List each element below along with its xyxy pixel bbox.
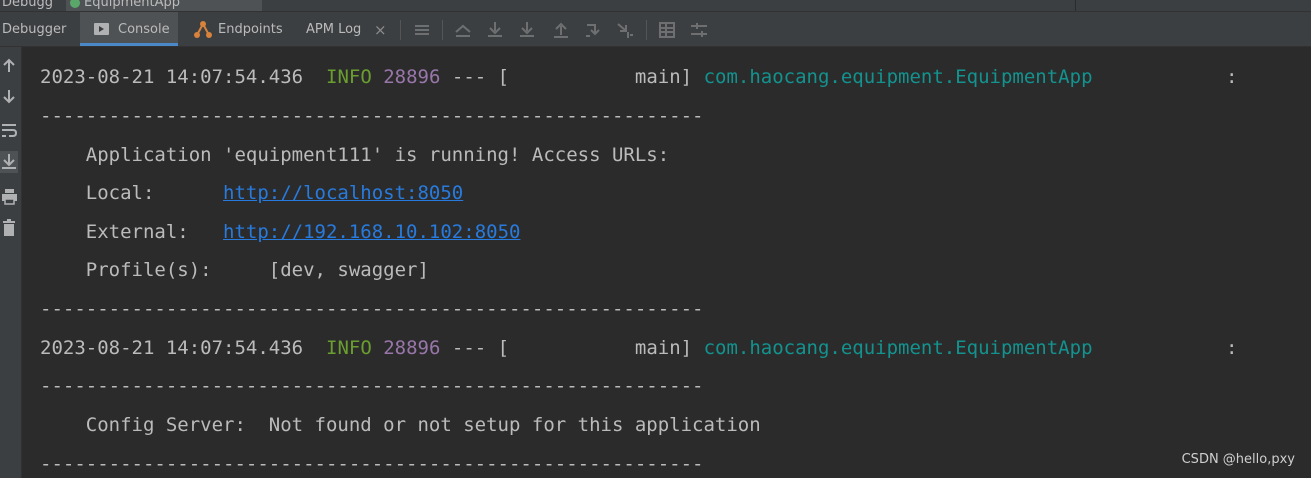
log-line: 2023-08-21 14:07:54.436 INFO 28896 --- [… [40, 65, 1237, 89]
log-level: INFO [326, 337, 372, 359]
external-url-link[interactable]: http://192.168.10.102:8050 [223, 221, 520, 243]
watermark-text: CSDN @hello,pxy [1181, 452, 1295, 467]
endpoints-icon [194, 21, 212, 38]
toolbar-divider [646, 20, 647, 40]
settings-icon[interactable] [689, 20, 709, 40]
dash-line: ----------------------------------------… [40, 105, 704, 127]
soft-wrap-icon[interactable] [0, 119, 18, 141]
debug-toolbar: Debugger Console Endpoints APM Log × [0, 12, 1311, 47]
dash-line: ----------------------------------------… [40, 375, 704, 397]
tab-divider [1075, 0, 1076, 11]
app-running-line: Application 'equipment111' is running! A… [40, 144, 670, 166]
log-timestamp: 2023-08-21 14:07:54.436 [40, 66, 304, 88]
log-separator: --- [451, 337, 487, 359]
log-thread: [ main] [497, 337, 693, 359]
step-into-icon[interactable] [517, 20, 537, 40]
log-level: INFO [326, 66, 372, 88]
external-label: External: [40, 221, 224, 243]
close-icon[interactable]: × [374, 12, 387, 46]
profile-label: Profile(s): [40, 259, 269, 281]
console-gutter [0, 47, 22, 478]
run-to-cursor-icon[interactable] [583, 20, 603, 40]
console-output[interactable]: ~~~~~~~~~~~~~~~~~~~~~~~~~~~~~~~~~~~~ 202… [22, 47, 1311, 478]
run-config-icon [70, 0, 80, 8]
dash-line: ----------------------------------------… [40, 298, 704, 320]
tab-console[interactable]: Console [80, 12, 178, 46]
run-tab-equipmentapp[interactable]: EquipmentApp [66, 0, 262, 11]
log-colon: : [1226, 337, 1238, 359]
table-icon[interactable] [657, 20, 677, 40]
print-icon[interactable] [0, 185, 18, 207]
console-icon [94, 23, 109, 35]
log-separator: --- [451, 66, 487, 88]
log-line: 2023-08-21 14:07:54.436 INFO 28896 --- [… [40, 336, 1237, 360]
log-thread: [ main] [497, 66, 693, 88]
log-pid: 28896 [383, 337, 441, 359]
run-tab-debug[interactable]: Debugg [2, 0, 53, 11]
arrow-down-icon[interactable] [0, 86, 18, 108]
toolbar-divider [442, 20, 443, 40]
up-stack-icon[interactable] [453, 20, 473, 40]
profile-line: Profile(s): [dev, swagger] [40, 258, 429, 282]
dash-line: ----------------------------------------… [40, 453, 704, 475]
tab-debugger[interactable]: Debugger [2, 12, 66, 46]
local-url-line: Local: http://localhost:8050 [40, 181, 464, 205]
trash-icon[interactable] [0, 217, 18, 239]
log-pid: 28896 [383, 66, 441, 88]
hamburger-icon[interactable] [412, 20, 432, 40]
config-server-line: Config Server: Not found or not setup fo… [40, 414, 761, 436]
tab-console-label: Console [118, 22, 170, 37]
external-url-line: External: http://192.168.10.102:8050 [40, 220, 521, 244]
step-out-icon[interactable] [551, 20, 571, 40]
toolbar-divider [400, 20, 401, 40]
tab-apm-log[interactable]: APM Log [306, 12, 361, 46]
arrow-up-icon[interactable] [0, 55, 18, 77]
evaluate-icon[interactable] [615, 20, 635, 40]
run-tabs-strip: Debugg EquipmentApp [0, 0, 1311, 12]
log-logger: com.haocang.equipment.EquipmentApp [703, 337, 1093, 359]
scroll-to-end-icon[interactable] [0, 151, 18, 173]
local-label: Local: [40, 182, 224, 204]
down-stack-icon[interactable] [485, 20, 505, 40]
profile-value: [dev, swagger] [268, 259, 429, 281]
run-tab-label: EquipmentApp [84, 0, 180, 10]
console-line-cut: ~~~~~~~~~~~~~~~~~~~~~~~~~~~~~~~~~~~~ [702, 47, 1114, 53]
log-timestamp: 2023-08-21 14:07:54.436 [40, 337, 304, 359]
log-logger: com.haocang.equipment.EquipmentApp [703, 66, 1093, 88]
tab-endpoints-label: Endpoints [218, 22, 283, 37]
local-url-link[interactable]: http://localhost:8050 [223, 182, 463, 204]
log-colon: : [1226, 66, 1238, 88]
ide-run-panel: Debugg EquipmentApp Debugger Console End… [0, 0, 1311, 478]
